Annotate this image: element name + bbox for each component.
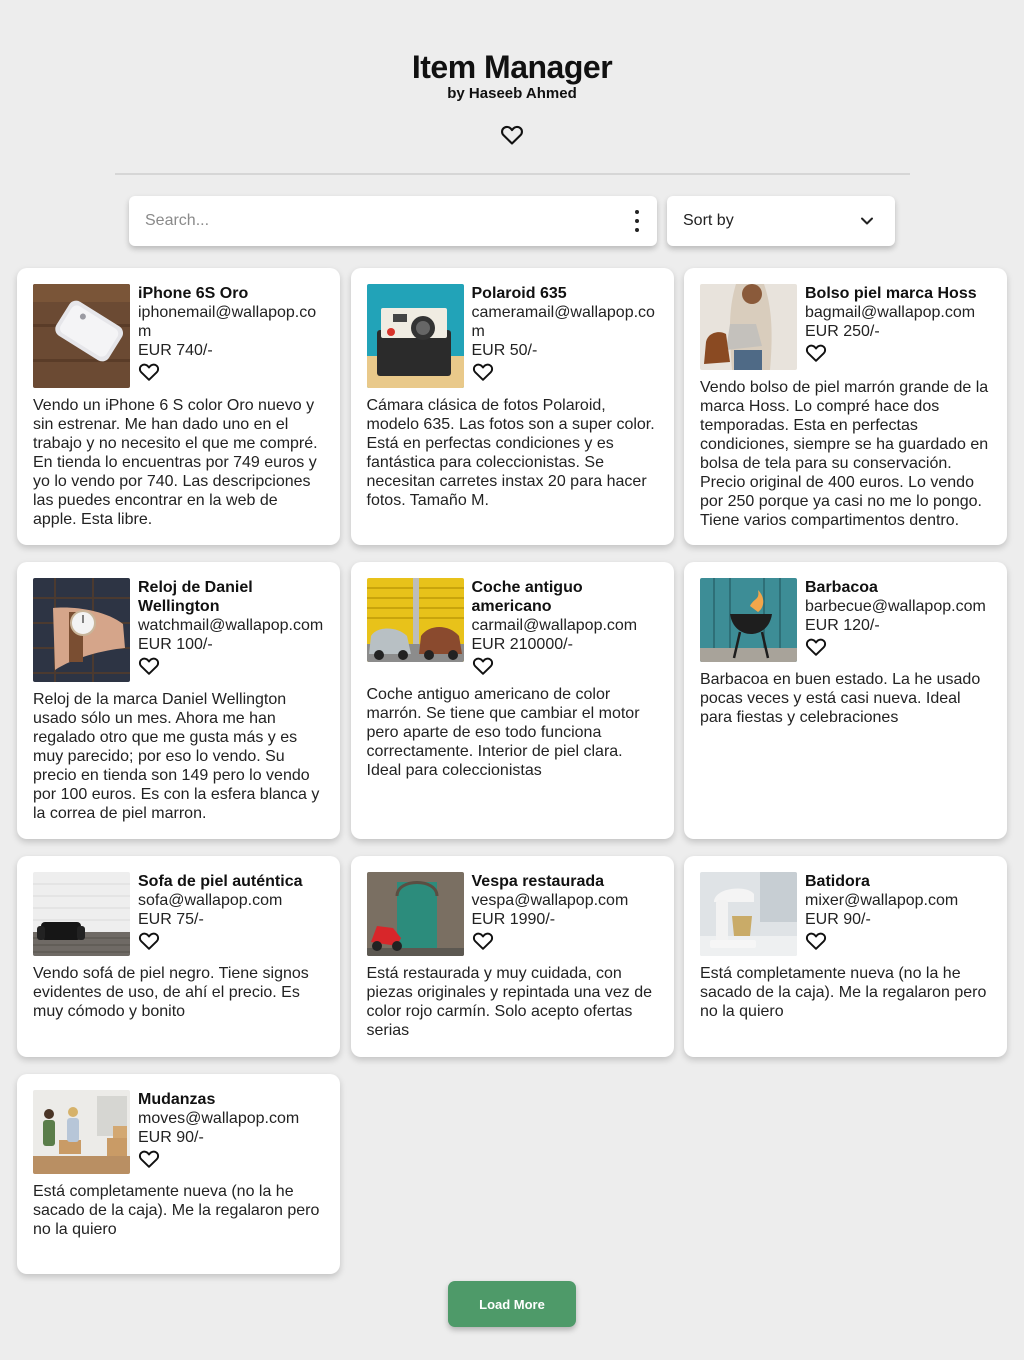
item-card[interactable]: Mudanzas moves@wallapop.com EUR 90/- Est… [17,1074,340,1274]
items-grid: iPhone 6S Oro iphonemail@wallapop.com EU… [17,268,1007,1274]
header-divider [115,173,910,175]
heart-outline-icon[interactable] [138,1148,160,1170]
kebab-menu-icon[interactable] [631,209,643,233]
item-name: Sofa de piel auténtica [138,873,303,890]
watch-photo [33,578,130,682]
search-bar [129,196,657,246]
item-description: Está completamente nueva (no la he sacad… [700,965,987,1020]
item-name: Mudanzas [138,1091,216,1108]
heart-outline-icon[interactable] [138,930,160,952]
item-email: cameramail@wallapop.com [471,304,655,340]
heart-outline-icon[interactable] [805,930,827,952]
item-email: mixer@wallapop.com [805,892,959,909]
item-card[interactable]: Batidora mixer@wallapop.com EUR 90/- Est… [684,856,1007,1057]
item-price: EUR 90/- [805,911,871,928]
polaroid-photo [366,284,464,388]
item-email: barbecue@wallapop.com [805,598,986,615]
item-description: Está restaurada y muy cuidada, con pieza… [366,965,653,1039]
item-description: Cámara clásica de fotos Polaroid, modelo… [366,397,655,509]
item-name: Batidora [805,873,870,890]
mixer-photo [700,872,797,956]
item-card[interactable]: Sofa de piel auténtica sofa@wallapop.com… [17,856,340,1057]
sort-label: Sort by [683,212,734,229]
item-email: iphonemail@wallapop.com [138,304,317,340]
item-email: watchmail@wallapop.com [138,617,324,634]
item-description: Vendo sofá de piel negro. Tiene signos e… [33,965,309,1020]
item-email: bagmail@wallapop.com [805,304,976,321]
heart-outline-icon[interactable] [138,655,160,677]
item-card[interactable]: Vespa restaurada vespa@wallapop.com EUR … [350,856,674,1057]
item-email: moves@wallapop.com [138,1110,300,1127]
item-description: Coche antiguo americano de color marrón.… [366,686,640,779]
item-name: Coche antiguo americano [471,579,583,615]
item-name: Reloj de Daniel Wellington [138,579,253,615]
item-price: EUR 1990/- [471,911,556,928]
item-name: Bolso piel marca Hoss [805,285,977,302]
item-email: vespa@wallapop.com [471,892,629,909]
heart-outline-icon[interactable] [138,361,160,383]
item-price: EUR 740/- [138,342,213,359]
item-card[interactable]: Bolso piel marca Hoss bagmail@wallapop.c… [684,268,1007,545]
item-price: EUR 250/- [805,323,880,340]
load-more-button[interactable]: Load More [448,1281,576,1327]
vespa-photo [366,872,464,956]
item-card[interactable]: Reloj de Daniel Wellington watchmail@wal… [17,562,340,839]
item-name: iPhone 6S Oro [138,285,249,302]
page-header: Item Manager by Haseeb Ahmed [0,48,1024,103]
item-description: Reloj de la marca Daniel Wellington usad… [33,691,320,822]
page-title: Item Manager [411,49,613,85]
item-price: EUR 50/- [471,342,538,359]
search-input[interactable] [145,196,615,246]
heart-outline-icon[interactable] [500,123,524,147]
heart-outline-icon[interactable] [472,930,494,952]
item-card[interactable]: Coche antiguo americano carmail@wallapop… [350,562,674,839]
item-name: Polaroid 635 [471,285,567,302]
iphone-photo [33,284,130,388]
item-email: sofa@wallapop.com [138,892,283,909]
item-description: Barbacoa en buen estado. La he usado poc… [700,671,981,726]
heart-outline-icon[interactable] [472,361,494,383]
item-description: Vendo un iPhone 6 S color Oro nuevo y si… [33,397,318,528]
item-price: EUR 210000/- [471,636,573,653]
chevron-down-icon [861,217,873,225]
item-name: Barbacoa [805,579,878,596]
item-card[interactable]: Polaroid 635 cameramail@wallapop.com EUR… [350,268,674,545]
item-price: EUR 90/- [138,1129,204,1146]
moving-photo [33,1090,130,1174]
item-email: carmail@wallapop.com [471,617,638,634]
sort-dropdown[interactable]: Sort by [667,196,895,246]
heart-outline-icon[interactable] [472,655,494,677]
item-price: EUR 75/- [138,911,204,928]
heart-outline-icon[interactable] [805,636,827,658]
bag-photo [700,284,797,370]
item-name: Vespa restaurada [471,873,605,890]
item-card[interactable]: iPhone 6S Oro iphonemail@wallapop.com EU… [17,268,340,545]
item-price: EUR 120/- [805,617,880,634]
item-description: Está completamente nueva (no la he sacad… [33,1183,320,1238]
page-subtitle: by Haseeb Ahmed [447,85,577,102]
item-price: EUR 100/- [138,636,213,653]
car-photo [366,578,464,662]
sofa-photo [33,872,130,956]
item-card[interactable]: Barbacoa barbecue@wallapop.com EUR 120/-… [684,562,1007,839]
item-description: Vendo bolso de piel marrón grande de la … [700,379,989,529]
heart-outline-icon[interactable] [805,342,827,364]
barbecue-photo [700,578,797,662]
